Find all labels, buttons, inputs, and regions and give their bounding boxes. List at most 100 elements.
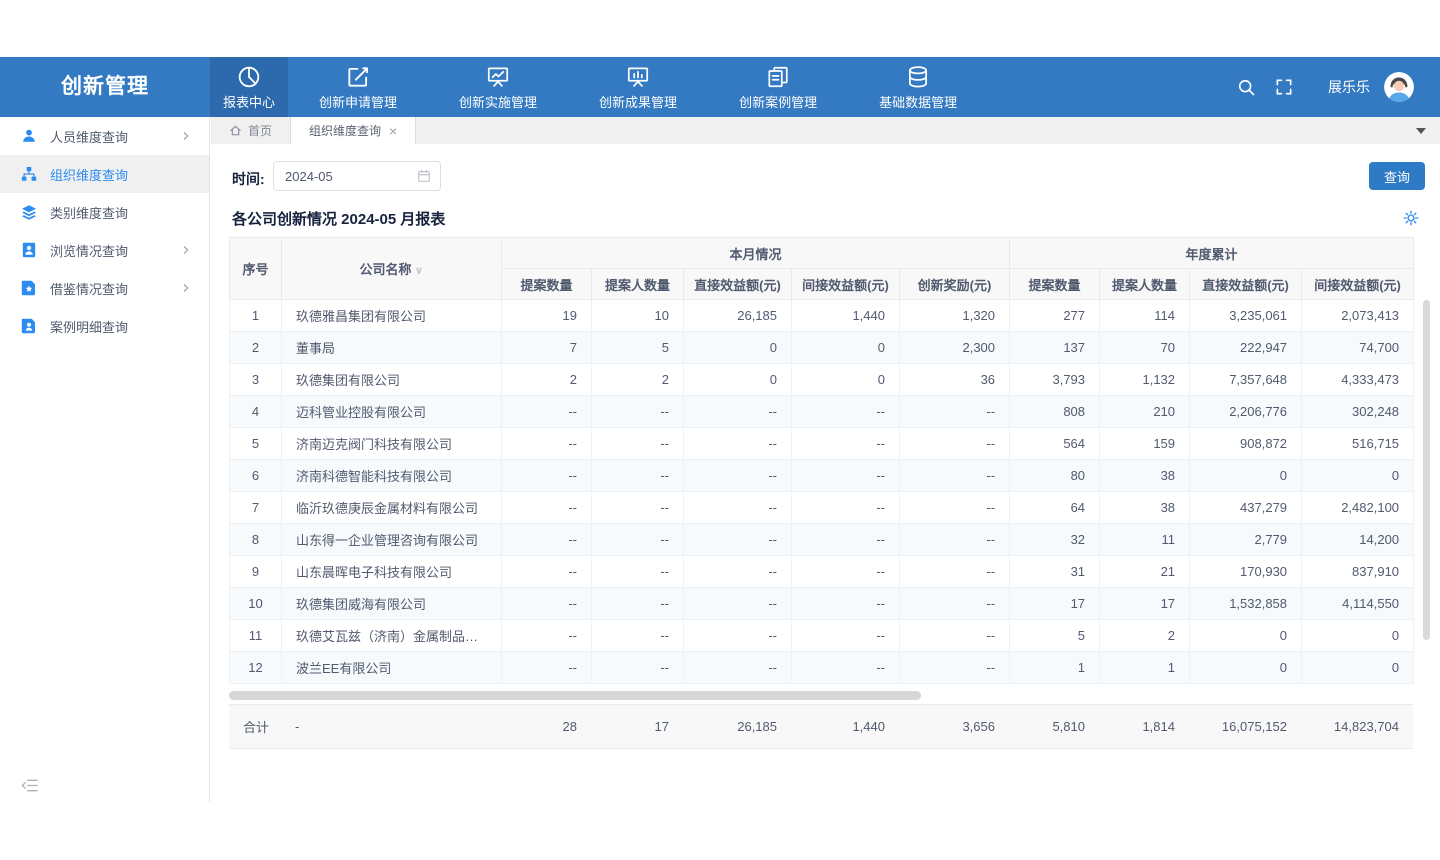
settings-gear-icon[interactable] (1402, 209, 1420, 227)
table-row[interactable]: 3玖德集团有限公司2200363,7931,1327,357,6484,333,… (230, 364, 1414, 396)
table-cell: 迈科管业控股有限公司 (282, 396, 502, 428)
sidebar: 人员维度查询组织维度查询类别维度查询浏览情况查询借鉴情况查询案例明细查询 (0, 117, 210, 802)
search-icon[interactable] (1236, 77, 1256, 97)
horizontal-scrollbar[interactable] (229, 691, 921, 700)
nav-item[interactable]: 报表中心 (210, 57, 288, 117)
table-cell: 908,872 (1190, 428, 1302, 460)
table-cell: 0 (792, 364, 900, 396)
screen: 创新管理 报表中心创新申请管理创新实施管理创新成果管理创新案例管理基础数据管理 … (0, 0, 1440, 860)
total-cell: 合计 (229, 705, 281, 749)
table-cell: 玖德集团有限公司 (282, 364, 502, 396)
table-row[interactable]: 11玖德艾瓦兹（济南）金属制品有...----------5200 (230, 620, 1414, 652)
total-cell: 5,810 (1009, 705, 1099, 749)
table-row[interactable]: 2董事局75002,30013770222,94774,700 (230, 332, 1414, 364)
table-cell: -- (502, 524, 592, 556)
table-row[interactable]: 5济南迈克阀门科技有限公司----------564159908,872516,… (230, 428, 1414, 460)
vertical-scrollbar[interactable] (1423, 300, 1430, 640)
table-cell: 137 (1010, 332, 1100, 364)
tabs-dropdown-icon[interactable] (1416, 128, 1426, 134)
table-cell: 山东晨晖电子科技有限公司 (282, 556, 502, 588)
table-row[interactable]: 1玖德雅昌集团有限公司191026,1851,4401,3202771143,2… (230, 300, 1414, 332)
query-button[interactable]: 查询 (1369, 162, 1425, 190)
table-cell: 3,793 (1010, 364, 1100, 396)
username[interactable]: 展乐乐 (1328, 77, 1370, 97)
nav-item[interactable]: 基础数据管理 (848, 57, 988, 117)
table-cell: -- (592, 460, 684, 492)
nav-item-label: 创新实施管理 (459, 92, 537, 111)
table-cell: 2,779 (1190, 524, 1302, 556)
table-cell: 210 (1100, 396, 1190, 428)
col-group-header: 年度累计 (1010, 238, 1414, 269)
tab[interactable]: 组织维度查询 × (291, 117, 416, 144)
sidebar-item[interactable]: 借鉴情况查询 (0, 269, 209, 307)
sidebar-item[interactable]: 案例明细查询 (0, 307, 209, 345)
nav-item[interactable]: 创新成果管理 (568, 57, 708, 117)
sidebar-item-label: 类别维度查询 (50, 203, 128, 222)
col-header-company[interactable]: 公司名称∨ (282, 238, 502, 300)
table-cell: -- (792, 492, 900, 524)
person-icon (21, 128, 37, 144)
table-cell: 0 (1302, 652, 1414, 684)
table-wrap: 序号公司名称∨本月情况年度累计提案数量提案人数量直接效益额(元)间接效益额(元)… (229, 237, 1413, 749)
tab-close-icon[interactable]: × (389, 124, 397, 138)
tab-label: 组织维度查询 (309, 122, 381, 139)
table-cell: -- (684, 492, 792, 524)
table-cell: 0 (1302, 460, 1414, 492)
table-cell: -- (684, 620, 792, 652)
table-cell: 济南科德智能科技有限公司 (282, 460, 502, 492)
tabs: 首页 组织维度查询 × (211, 117, 416, 144)
sidebar-item[interactable]: 浏览情况查询 (0, 231, 209, 269)
nav-item[interactable]: 创新实施管理 (428, 57, 568, 117)
table-cell: 1,320 (900, 300, 1010, 332)
fullscreen-icon[interactable] (1274, 77, 1294, 97)
table-cell: -- (502, 652, 592, 684)
table-row[interactable]: 4迈科管业控股有限公司----------8082102,206,776302,… (230, 396, 1414, 428)
table-cell: -- (792, 588, 900, 620)
table-row[interactable]: 12波兰EE有限公司----------1100 (230, 652, 1414, 684)
table-cell: 0 (1190, 460, 1302, 492)
table-cell: 4,333,473 (1302, 364, 1414, 396)
col-header: 创新奖励(元) (900, 269, 1010, 300)
table-row[interactable]: 8山东得一企业管理咨询有限公司----------32112,77914,200 (230, 524, 1414, 556)
sidebar-item[interactable]: 组织维度查询 (0, 155, 209, 193)
table-cell: 2,073,413 (1302, 300, 1414, 332)
database-icon (905, 64, 931, 90)
table-cell: -- (684, 556, 792, 588)
table-cell: -- (792, 524, 900, 556)
collapse-sidebar-icon[interactable] (21, 778, 38, 793)
col-header: 间接效益额(元) (1302, 269, 1414, 300)
table-cell: 5 (230, 428, 282, 460)
col-header: 提案数量 (1010, 269, 1100, 300)
table-row[interactable]: 9山东晨晖电子科技有限公司----------3121170,930837,91… (230, 556, 1414, 588)
table-cell: 837,910 (1302, 556, 1414, 588)
avatar[interactable] (1384, 72, 1414, 102)
table-row[interactable]: 6济南科德智能科技有限公司----------803800 (230, 460, 1414, 492)
table-cell: -- (684, 652, 792, 684)
table-cell: -- (900, 588, 1010, 620)
nav-item[interactable]: 创新案例管理 (708, 57, 848, 117)
table-cell: 7 (502, 332, 592, 364)
table-row[interactable]: 7临沂玖德庚辰金属材料有限公司----------6438437,2792,48… (230, 492, 1414, 524)
title-row: 各公司创新情况 2024-05 月报表 (211, 204, 1440, 236)
table-cell: 222,947 (1190, 332, 1302, 364)
layers-icon (21, 204, 37, 220)
table-row[interactable]: 10玖德集团威海有限公司----------17171,532,8584,114… (230, 588, 1414, 620)
nav-item-label: 创新成果管理 (599, 92, 677, 111)
col-header: 提案人数量 (592, 269, 684, 300)
sidebar-menu: 人员维度查询组织维度查询类别维度查询浏览情况查询借鉴情况查询案例明细查询 (0, 117, 209, 345)
table-cell: 9 (230, 556, 282, 588)
time-input[interactable]: 2024-05 (273, 161, 441, 191)
table-cell: -- (900, 428, 1010, 460)
table-cell: -- (792, 652, 900, 684)
sidebar-item[interactable]: 人员维度查询 (0, 117, 209, 155)
sidebar-item[interactable]: 类别维度查询 (0, 193, 209, 231)
chevron-right-icon (181, 245, 191, 255)
table-cell: -- (792, 620, 900, 652)
table-cell: 32 (1010, 524, 1100, 556)
sidebar-item-label: 人员维度查询 (50, 127, 128, 146)
tab[interactable]: 首页 (211, 117, 291, 144)
pie-chart-icon (236, 64, 262, 90)
table-cell: 14,200 (1302, 524, 1414, 556)
nav-item[interactable]: 创新申请管理 (288, 57, 428, 117)
table-cell: -- (502, 396, 592, 428)
